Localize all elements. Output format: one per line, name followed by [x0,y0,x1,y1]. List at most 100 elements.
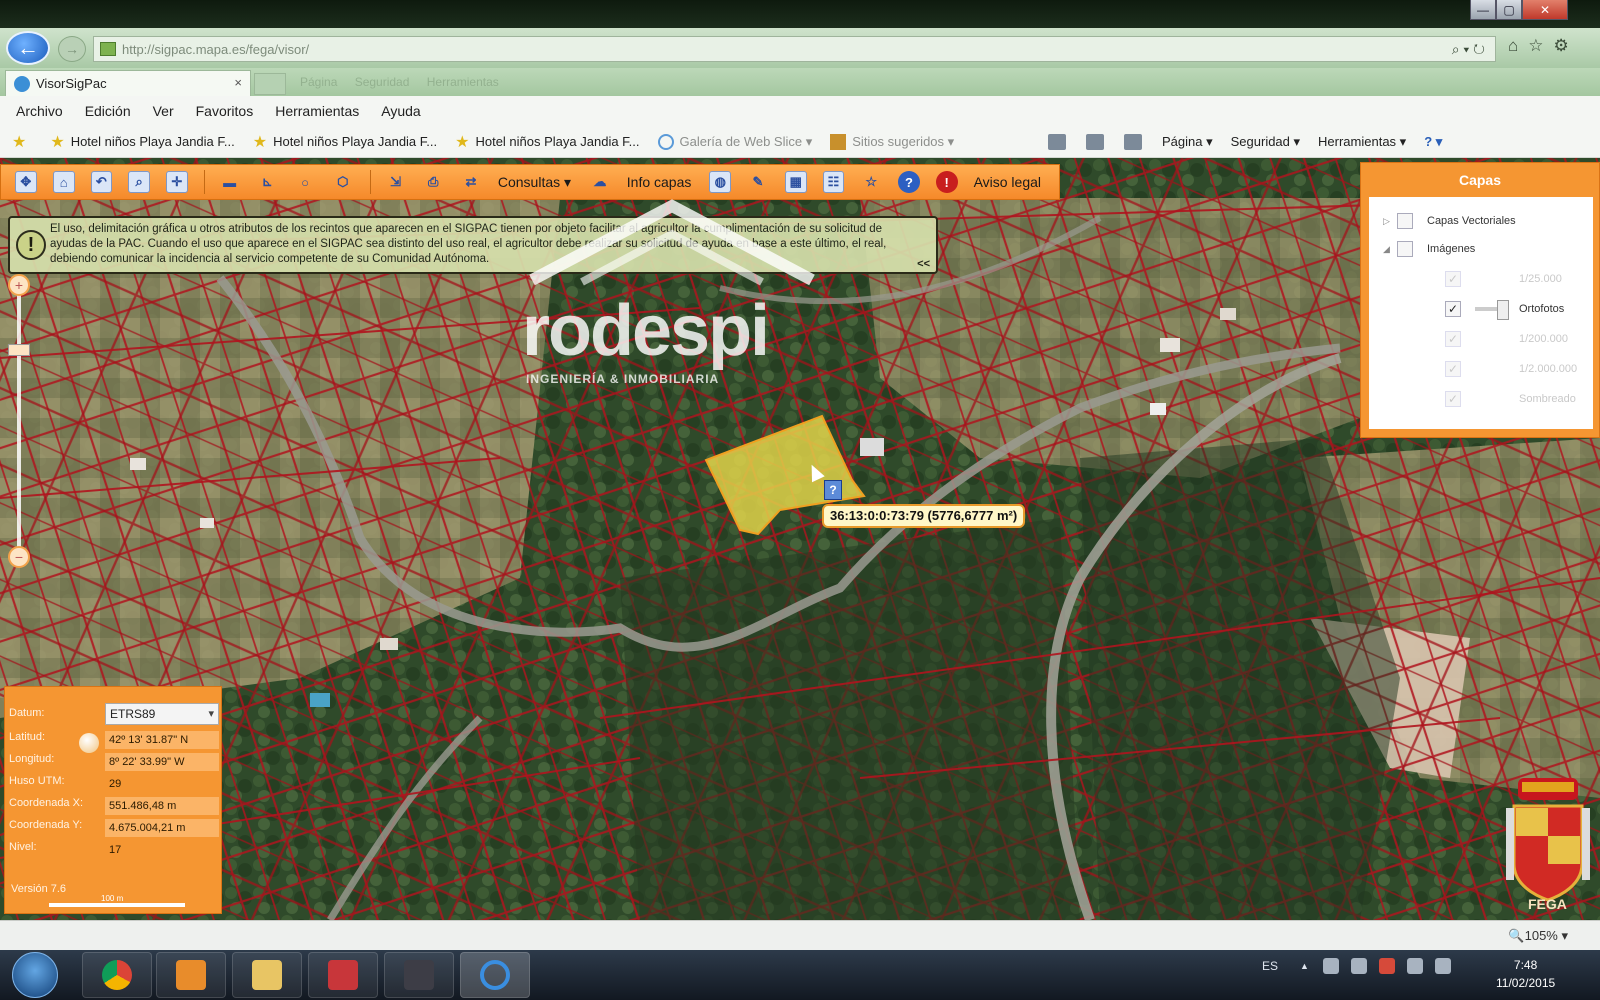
layer-imagenes[interactable]: ◢ Imágenes [1383,241,1475,257]
print-map-icon[interactable]: ⎙ [422,171,444,193]
warning-icon: ! [16,230,46,260]
zoom-icon[interactable]: ⌕ [128,171,150,193]
layers-panel: Capas ▷ Capas Vectoriales ◢ Imágenes ✓ 1… [1360,162,1600,438]
map-view-icon[interactable]: ▦ [784,171,807,193]
zoom-handle[interactable] [8,344,30,356]
home-favorites-tools-icons[interactable]: ⌂☆⚙ [1508,36,1579,56]
menu-herramientas-cmd[interactable]: Herramientas ▾ [1318,134,1406,150]
ie-taskbar-button[interactable] [460,952,530,998]
close-window-button[interactable]: ✕ [1522,0,1568,20]
forward-button[interactable]: → [58,36,86,62]
zoom-level-control[interactable]: 🔍105% ▾ [1508,928,1568,944]
identify-icon[interactable]: ⇲ [385,171,407,193]
house-logo-icon [529,199,815,286]
query-icon[interactable]: ⇄ [460,171,482,193]
print-icon[interactable] [1124,134,1142,150]
menu-edicion[interactable]: Edición [85,103,131,119]
info-capas-button[interactable]: Info capas [627,174,692,190]
watermark-name: rodespi [522,291,770,371]
zoom-extent-icon[interactable]: ⌂ [52,171,75,193]
star-icon: ★ [252,133,268,151]
collapse-notice-button[interactable]: << [917,258,930,270]
expand-arrow-icon[interactable]: ▷ [1383,216,1397,227]
suggested-sites-icon [830,133,847,150]
measure-area-icon[interactable]: ⊾ [256,171,278,193]
favorite-icon[interactable]: ☆ [860,171,882,193]
map-viewport[interactable]: ✥ ⌂ ↶ ⌕ ✛ ▬ ⊾ ○ ⬡ ⇲ ⎙ ⇄ Consultas ▾ ☁ In… [0,158,1600,920]
menu-pagina[interactable]: Página ▾ [1162,134,1213,150]
measure-line-icon[interactable]: ▬ [219,171,241,193]
legal-notice-icon[interactable]: ! [935,171,958,193]
url-field[interactable]: http://sigpac.mapa.es/fega/visor/ ⌕ ▾ ↻ [93,36,1496,62]
favorite-link-1[interactable]: ★ Hotel niños Playa Jandia F... [50,132,234,152]
layer-checkbox[interactable] [1397,241,1413,257]
layer-checkbox[interactable]: ✓ [1445,301,1461,317]
network-icon[interactable] [1322,958,1339,974]
aviso-legal-button[interactable]: Aviso legal [974,174,1041,190]
suggested-sites[interactable]: Sitios sugeridos ▾ [830,133,954,150]
volume-icon[interactable] [1406,958,1423,974]
media-player-taskbar-button[interactable] [156,952,226,998]
menu-ayuda[interactable]: Ayuda [381,103,420,119]
tab-visorsigpac[interactable]: VisorSigPac × [5,70,251,96]
help-menu[interactable]: ? ▾ [1424,134,1442,150]
locate-icon[interactable]: ✛ [166,171,188,193]
layer-ortofotos[interactable]: ✓ Ortofotos [1445,300,1564,320]
zoom-out-button[interactable]: − [8,546,30,568]
feeds-icon[interactable] [1048,134,1066,150]
help-icon[interactable]: ? [898,171,920,193]
menu-bar: Archivo Edición Ver Favoritos Herramient… [0,96,1600,126]
mail-icon[interactable] [1086,134,1104,150]
windows-taskbar: ES ▲ 7:48 11/02/2015 [0,950,1600,1000]
collapse-arrow-icon[interactable]: ◢ [1383,244,1397,255]
zoom-previous-icon[interactable]: ↶ [90,171,113,193]
pan-icon[interactable]: ✥ [15,171,37,193]
show-hidden-icons[interactable]: ▲ [1300,961,1309,971]
query-marker-icon[interactable]: ? [824,480,842,500]
polygon-icon[interactable]: ⬡ [332,171,354,193]
table-icon[interactable]: ☷ [822,171,845,193]
power-icon[interactable] [1434,958,1451,974]
menu-archivo[interactable]: Archivo [16,103,63,119]
favorite-link-2[interactable]: ★ Hotel niños Playa Jandia F... [253,132,437,152]
zoom-track[interactable] [17,292,21,554]
zoom-slider[interactable]: + − [6,274,32,574]
explorer-taskbar-button[interactable] [232,952,302,998]
new-tab-button[interactable] [254,73,286,95]
layers-info-icon[interactable]: ☁ [589,171,611,193]
layer-checkbox[interactable] [1397,213,1413,229]
menu-favoritos[interactable]: Favoritos [196,103,254,119]
search-refresh-icons[interactable]: ⌕ ▾ ↻ [1452,41,1485,58]
layer-vectoriales[interactable]: ▷ Capas Vectoriales [1383,213,1516,229]
menu-ver[interactable]: Ver [153,103,174,119]
action-center-flag-icon[interactable] [1378,958,1395,974]
edit-icon[interactable]: ✎ [747,171,769,193]
web-slice-gallery[interactable]: Galería de Web Slice ▾ [657,133,812,150]
language-indicator[interactable]: ES [1262,959,1278,973]
clock[interactable]: 7:48 11/02/2015 [1496,956,1555,992]
favorites-star-icon[interactable]: ★ [12,132,32,152]
globe-icon[interactable]: ◍ [709,171,732,193]
layer-scale-2000000: ✓ 1/2.000.000 [1445,361,1577,377]
start-button[interactable] [12,952,58,998]
clock-time: 7:48 [1513,958,1538,972]
menu-seguridad[interactable]: Seguridad ▾ [1231,134,1300,150]
consultas-menu[interactable]: Consultas ▾ [498,174,571,191]
browser-status-bar: 🔍105% ▾ [0,920,1600,950]
app-taskbar-button[interactable] [308,952,378,998]
gps-icon[interactable] [79,733,99,753]
chrome-taskbar-button[interactable] [82,952,152,998]
editor-taskbar-button[interactable] [384,952,454,998]
menu-herramientas[interactable]: Herramientas [275,103,359,119]
zoom-in-button[interactable]: + [8,274,30,296]
circle-icon[interactable]: ○ [294,171,316,193]
maximize-button[interactable]: ▢ [1496,0,1522,20]
favorite-link-3[interactable]: ★ Hotel niños Playa Jandia F... [455,132,639,152]
sync-icon[interactable] [1350,958,1367,974]
datum-select[interactable]: ETRS89 [105,703,219,725]
window-titlebar: — ▢ ✕ [0,0,1600,28]
opacity-slider[interactable] [1475,300,1509,320]
tab-close-icon[interactable]: × [234,75,242,90]
minimize-button[interactable]: — [1470,0,1496,20]
back-button[interactable]: ← [6,31,50,65]
